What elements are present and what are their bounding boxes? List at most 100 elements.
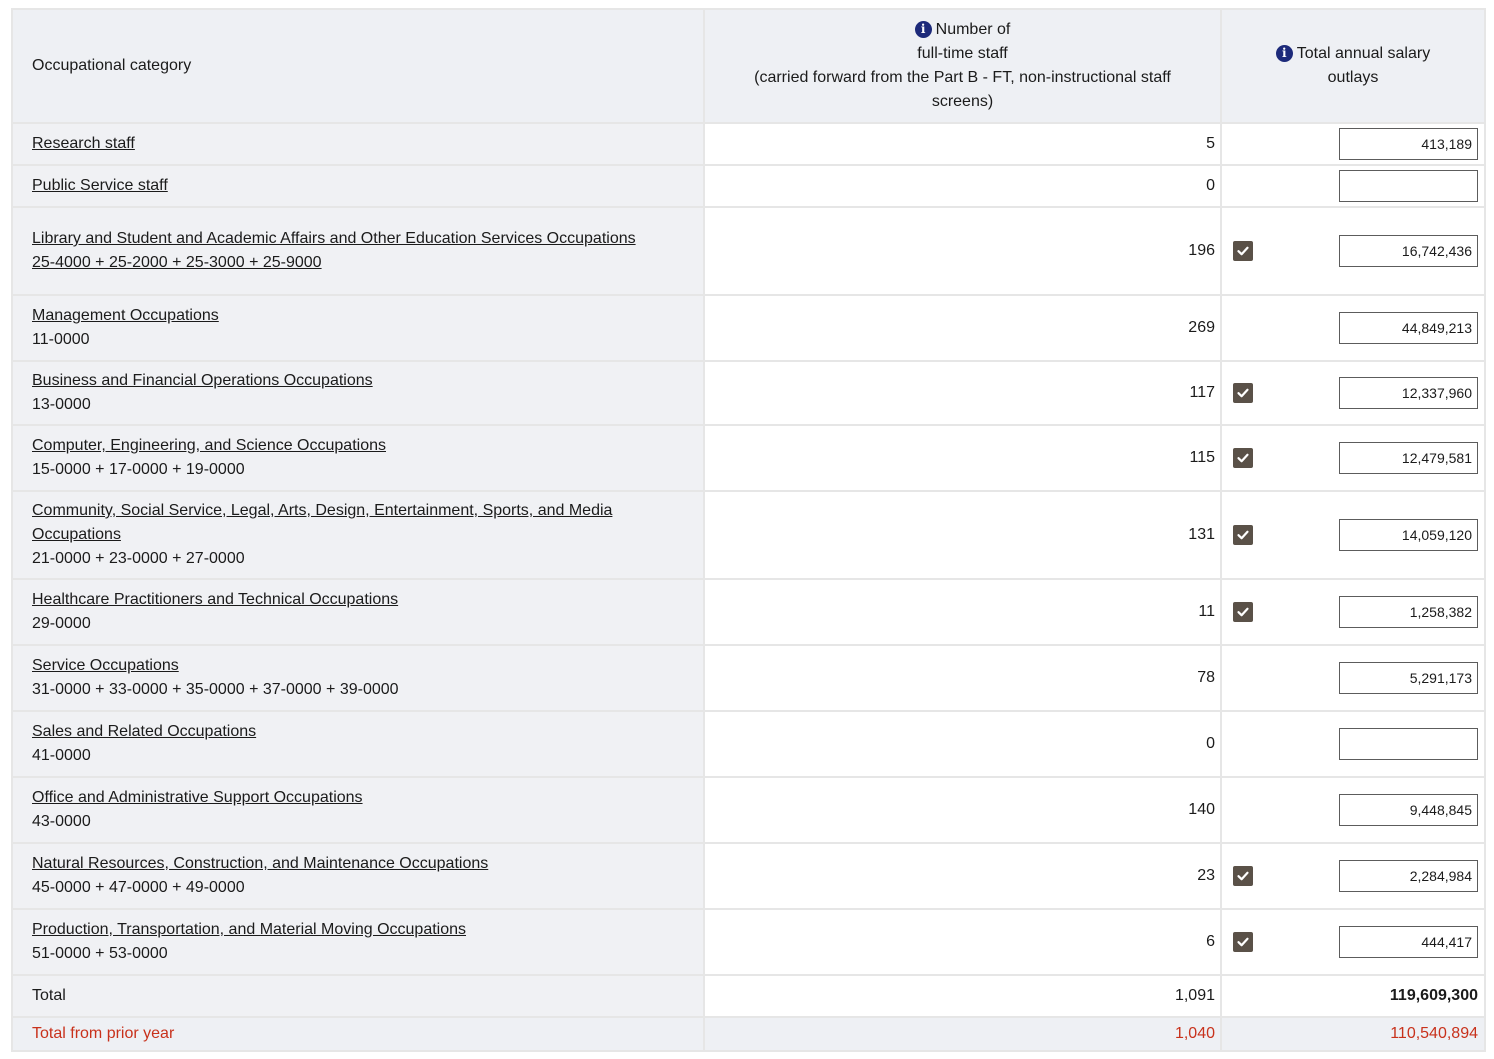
category-link[interactable]: Natural Resources, Construction, and Mai… [32,855,488,872]
salary-input[interactable] [1339,442,1478,474]
table-row: Management Occupations 11-0000 269 [11,294,1486,362]
category-link[interactable]: Community, Social Service, Legal, Arts, … [32,502,612,543]
salary-cell [1220,424,1486,492]
salary-input[interactable] [1339,377,1478,409]
salary-cell [1220,908,1486,976]
staff-count: 23 [703,842,1222,910]
salary-cell [1220,842,1486,910]
salary-input[interactable] [1339,728,1478,760]
salary-cell [1220,206,1486,296]
checkmark-icon [1237,453,1249,463]
total-row: Total 1,091 119,609,300 [11,974,1486,1018]
salary-input[interactable] [1339,128,1478,160]
category-link[interactable]: Service Occupations [32,657,179,674]
salary-input[interactable] [1339,662,1478,694]
staff-count: 5 [703,122,1222,166]
checkbox-spacer [1233,176,1253,196]
table-row: Production, Transportation, and Material… [11,908,1486,976]
category-cell: Public Service staff [11,164,705,208]
salary-cell-content [1222,377,1484,409]
salary-cell [1220,710,1486,778]
category-code: 51-0000 + 53-0000 [32,945,168,962]
category-cell: Production, Transportation, and Material… [11,908,705,976]
category-code: 11-0000 [32,331,90,348]
salary-cell-content [1222,926,1484,958]
staff-count: 78 [703,644,1222,712]
salary-cell [1220,490,1486,580]
salary-input[interactable] [1339,170,1478,202]
checkmark-icon [1237,246,1249,256]
checkmark-icon [1237,388,1249,398]
salary-input[interactable] [1339,519,1478,551]
salary-input[interactable] [1339,926,1478,958]
category-code: 15-0000 + 17-0000 + 19-0000 [32,461,245,478]
confirm-checkbox[interactable] [1233,866,1253,886]
category-link[interactable]: Library and Student and Academic Affairs… [32,230,636,247]
info-icon[interactable]: i [1275,45,1293,62]
header-category: Occupational category [11,8,705,124]
staff-count: 6 [703,908,1222,976]
category-code: 29-0000 [32,615,91,632]
checkmark-icon [1237,871,1249,881]
salary-cell-content [1222,170,1484,202]
staff-count: 11 [703,578,1222,646]
header-salary-line: outlays [1327,69,1379,86]
confirm-checkbox[interactable] [1233,383,1253,403]
category-cell: Research staff [11,122,705,166]
salary-input[interactable] [1339,235,1478,267]
table-row: Research staff 5 [11,122,1486,166]
category-cell: Library and Student and Academic Affairs… [11,206,705,296]
confirm-checkbox[interactable] [1233,448,1253,468]
category-code: 21-0000 + 23-0000 + 27-0000 [32,550,245,567]
header-staff-line: screens) [931,93,994,110]
category-link[interactable]: Production, Transportation, and Material… [32,921,466,938]
category-link[interactable]: Healthcare Practitioners and Technical O… [32,591,398,608]
salary-input[interactable] [1339,312,1478,344]
salary-outlays-table: Occupational category i Number of full-ti… [11,8,1486,1052]
category-link[interactable]: Office and Administrative Support Occupa… [32,789,363,806]
header-salary-line: Total annual salary [1296,45,1431,62]
salary-cell-content [1222,235,1484,267]
staff-count: 140 [703,776,1222,844]
table-row: Sales and Related Occupations 41-0000 0 [11,710,1486,778]
category-cell: Community, Social Service, Legal, Arts, … [11,490,705,580]
category-code: 45-0000 + 47-0000 + 49-0000 [32,879,245,896]
category-link[interactable]: Research staff [32,135,135,152]
table-row: Office and Administrative Support Occupa… [11,776,1486,844]
category-cell: Service Occupations 31-0000 + 33-0000 + 3… [11,644,705,712]
category-link[interactable]: Sales and Related Occupations [32,723,256,740]
confirm-checkbox[interactable] [1233,602,1253,622]
prior-year-salary: 110,540,894 [1220,1016,1486,1052]
salary-input[interactable] [1339,860,1478,892]
salary-input[interactable] [1339,596,1478,628]
table-row: Public Service staff 0 [11,164,1486,208]
checkbox-spacer [1233,734,1253,754]
salary-cell-content [1222,794,1484,826]
table-row: Community, Social Service, Legal, Arts, … [11,490,1486,580]
table-row: Natural Resources, Construction, and Mai… [11,842,1486,910]
category-link[interactable]: Computer, Engineering, and Science Occup… [32,437,386,454]
header-salary: i Total annual salary outlays [1220,8,1486,124]
staff-count: 269 [703,294,1222,362]
category-link[interactable]: Management Occupations [32,307,219,324]
category-code: 13-0000 [32,396,91,413]
checkbox-spacer [1233,134,1253,154]
prior-year-label: Total from prior year [11,1016,705,1052]
header-staff-line: full-time staff [917,45,1008,62]
confirm-checkbox[interactable] [1233,525,1253,545]
confirm-checkbox[interactable] [1233,932,1253,952]
category-code[interactable]: 25-4000 + 25-2000 + 25-3000 + 25-9000 [32,251,703,275]
staff-count: 117 [703,360,1222,426]
total-staff: 1,091 [703,974,1222,1018]
total-salary: 119,609,300 [1220,974,1486,1018]
category-cell: Computer, Engineering, and Science Occup… [11,424,705,492]
category-link[interactable]: Public Service staff [32,177,168,194]
category-link[interactable]: Business and Financial Operations Occupa… [32,372,373,389]
checkmark-icon [1237,530,1249,540]
info-icon[interactable]: i [914,21,932,38]
confirm-checkbox[interactable] [1233,241,1253,261]
salary-cell-content [1222,312,1484,344]
staff-count: 0 [703,710,1222,778]
salary-input[interactable] [1339,794,1478,826]
header-staff-line: Number of [935,21,1011,38]
